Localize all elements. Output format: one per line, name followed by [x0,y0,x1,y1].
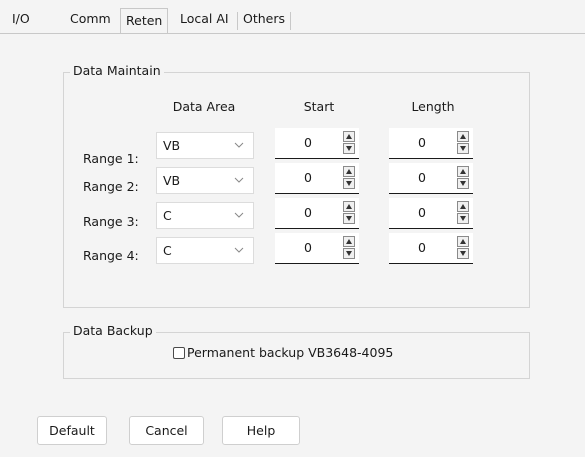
tab-baseline [0,33,585,34]
column-header-length: Length [411,99,455,114]
range-3-start-value: 0 [304,205,312,220]
tab-others[interactable]: Others [243,9,285,29]
data-maintain-group: Data Maintain Data Area Start Length Ran… [63,63,530,308]
column-header-start: Start [303,99,335,114]
spin-down-icon[interactable] [457,178,469,189]
column-header-data-area: Data Area [172,99,236,114]
spin-up-icon[interactable] [457,131,469,142]
range-3-label: Range 3: [83,214,139,229]
range-1-length-spinner[interactable]: 0 [389,128,473,159]
spin-up-icon[interactable] [457,166,469,177]
range-3-length-spinner[interactable]: 0 [389,198,473,229]
tab-local-ai[interactable]: Local AI [180,9,229,29]
chevron-down-icon [234,177,244,183]
range-4-area-value: C [163,243,172,258]
range-3-length-value: 0 [418,205,426,220]
range-1-label: Range 1: [83,151,139,166]
range-1-start-value: 0 [304,135,312,150]
chevron-down-icon [234,212,244,218]
range-3-start-spinner[interactable]: 0 [275,198,359,229]
default-button[interactable]: Default [37,416,107,445]
range-1-length-value: 0 [418,135,426,150]
range-4-area-select[interactable]: C [156,237,254,264]
range-1-area-value: VB [163,138,181,153]
range-4-length-value: 0 [418,240,426,255]
range-2-label: Range 2: [83,179,139,194]
tab-io[interactable]: I/O [12,9,30,29]
spin-down-icon[interactable] [457,213,469,224]
spin-down-icon[interactable] [343,178,355,189]
data-backup-title: Data Backup [70,323,156,338]
range-4-start-value: 0 [304,240,312,255]
spin-up-icon[interactable] [457,201,469,212]
cancel-button[interactable]: Cancel [129,416,204,445]
spin-up-icon[interactable] [343,166,355,177]
spin-down-icon[interactable] [343,213,355,224]
range-1-start-spinner[interactable]: 0 [275,128,359,159]
permanent-backup-label[interactable]: Permanent backup VB3648-4095 [187,345,393,360]
spin-up-icon[interactable] [343,201,355,212]
spin-up-icon[interactable] [343,236,355,247]
tab-separator [237,12,238,30]
range-2-length-value: 0 [418,170,426,185]
tab-bar: I/O Comm Reten Local AI Others [0,0,585,34]
range-4-label: Range 4: [83,248,139,263]
spin-down-icon[interactable] [343,143,355,154]
spin-down-icon[interactable] [343,248,355,259]
range-4-start-spinner[interactable]: 0 [275,233,359,264]
range-2-start-value: 0 [304,170,312,185]
chevron-down-icon [234,142,244,148]
tab-reten[interactable]: Reten [120,8,169,34]
range-2-area-value: VB [163,173,181,188]
help-button[interactable]: Help [222,416,300,445]
data-maintain-title: Data Maintain [70,63,164,78]
tab-separator [290,12,291,30]
spin-up-icon[interactable] [457,236,469,247]
permanent-backup-checkbox[interactable] [173,347,185,359]
spin-down-icon[interactable] [457,143,469,154]
range-2-area-select[interactable]: VB [156,167,254,194]
spin-up-icon[interactable] [343,131,355,142]
range-3-area-value: C [163,208,172,223]
spin-down-icon[interactable] [457,248,469,259]
range-3-area-select[interactable]: C [156,202,254,229]
range-2-start-spinner[interactable]: 0 [275,163,359,194]
chevron-down-icon [234,247,244,253]
range-2-length-spinner[interactable]: 0 [389,163,473,194]
data-backup-group: Data Backup Permanent backup VB3648-4095 [63,323,530,379]
range-1-area-select[interactable]: VB [156,132,254,159]
range-4-length-spinner[interactable]: 0 [389,233,473,264]
tab-comm[interactable]: Comm [70,9,111,29]
